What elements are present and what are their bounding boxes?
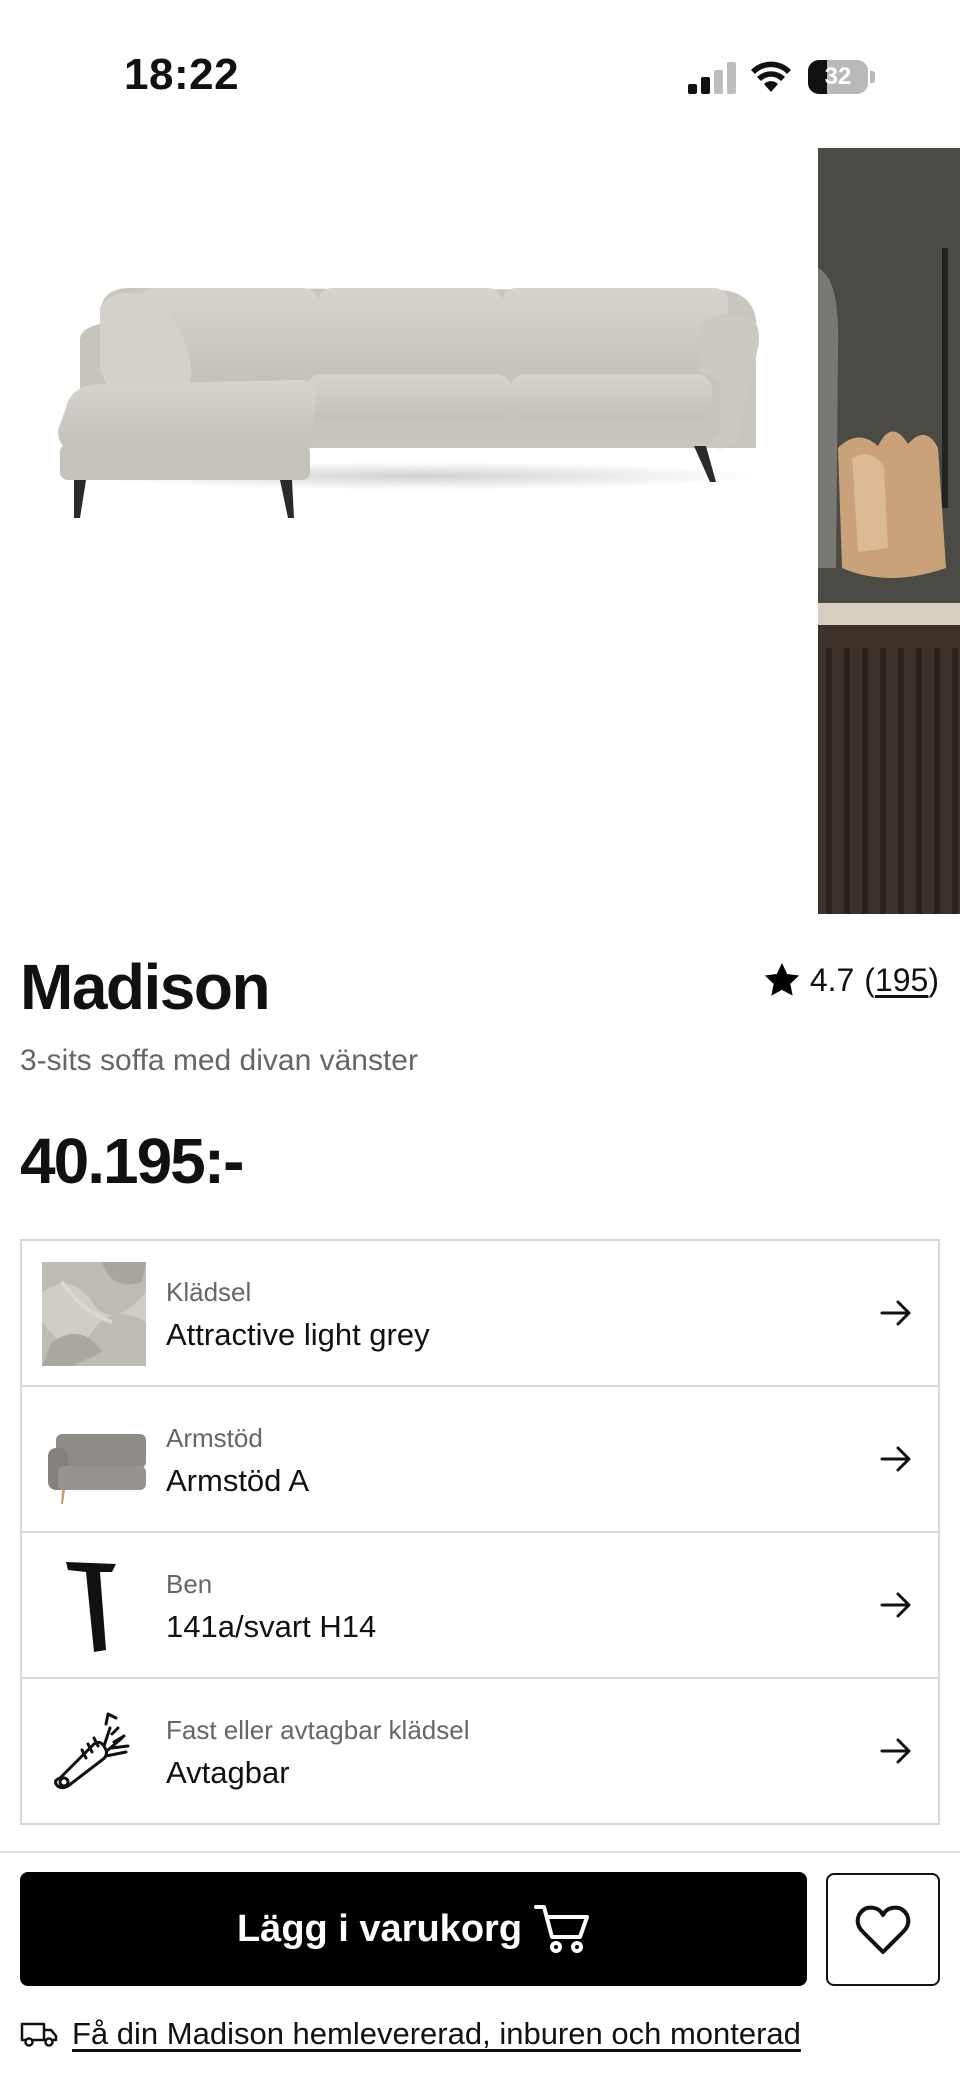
add-to-cart-label: Lägg i varukorg (236, 1907, 523, 1950)
option-row-armrest[interactable]: Armstöd Armstöd A (22, 1387, 938, 1533)
status-time: 18:22 (124, 50, 240, 99)
product-subtitle: 3-sits soffa med divan vänster (20, 1044, 418, 1077)
option-value: 141a/svart H14 (166, 1609, 377, 1644)
battery-icon: 32 (808, 60, 876, 94)
product-title: Madison (20, 951, 271, 1023)
status-bar: 18:22 32 (0, 0, 960, 150)
product-rating[interactable]: 4.7 (195) (762, 960, 939, 1000)
product-image-gallery[interactable] (0, 148, 960, 914)
option-label: Armstöd (166, 1423, 263, 1453)
option-label: Klädsel (166, 1277, 252, 1307)
rating-count-link[interactable]: 195 (875, 962, 928, 999)
star-icon (764, 963, 799, 996)
arrow-right-icon (880, 1738, 911, 1764)
truck-icon (20, 2022, 58, 2047)
rating-close-paren: ) (928, 961, 939, 998)
option-value: Armstöd A (166, 1463, 309, 1498)
rating-score: 4.7 (809, 961, 855, 998)
option-row-legs[interactable]: Ben 141a/svart H14 (22, 1533, 938, 1679)
wifi-icon (751, 61, 791, 92)
option-value: Attractive light grey (166, 1317, 430, 1352)
option-label: Ben (166, 1569, 213, 1599)
product-options-list: Klädsel Attractive light grey Armstöd Ar… (20, 1239, 940, 1825)
wishlist-button[interactable] (826, 1873, 940, 1986)
arrow-right-icon (880, 1300, 911, 1326)
option-row-upholstery[interactable]: Klädsel Attractive light grey (22, 1241, 938, 1387)
arrow-right-icon (880, 1592, 911, 1618)
armrest-sofa-thumbnail (42, 1408, 146, 1512)
rating-open-paren: ( (864, 961, 875, 998)
delivery-info[interactable]: Få din Madison hemlevererad, inburen och… (20, 2016, 801, 2052)
cart-icon (534, 1905, 590, 1953)
product-image-sofa[interactable] (0, 148, 818, 914)
option-row-removable-cover[interactable]: Fast eller avtagbar klädsel Avtagbar (22, 1679, 938, 1823)
add-to-cart-button[interactable]: Lägg i varukorg (20, 1872, 807, 1986)
lifestyle-image (818, 148, 960, 914)
fabric-swatch-thumbnail (42, 1262, 146, 1366)
arrow-right-icon (880, 1446, 911, 1472)
divider (0, 1851, 960, 1853)
battery-percentage: 32 (824, 63, 852, 90)
zipper-icon (42, 1700, 146, 1804)
option-value: Avtagbar (166, 1755, 290, 1790)
sofa-leg-thumbnail (42, 1554, 146, 1658)
product-price: 40.195:- (20, 1125, 244, 1197)
delivery-link[interactable]: Få din Madison hemlevererad, inburen och… (72, 2016, 801, 2052)
heart-icon (855, 1905, 911, 1954)
cellular-signal-icon (688, 62, 736, 94)
sofa-illustration (58, 288, 760, 518)
product-image-lifestyle[interactable] (818, 148, 960, 914)
option-label: Fast eller avtagbar klädsel (166, 1715, 470, 1745)
